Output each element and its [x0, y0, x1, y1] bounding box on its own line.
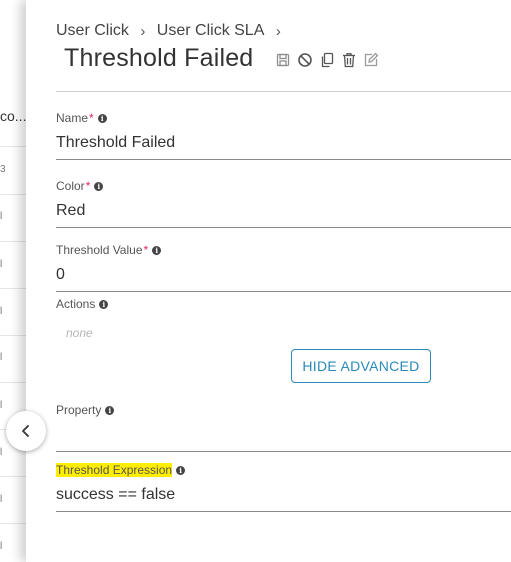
- breadcrumb: User Click › User Click SLA ›: [56, 22, 288, 40]
- background-list-item[interactable]: 3: [0, 164, 6, 175]
- property-value[interactable]: [56, 424, 511, 446]
- info-icon[interactable]: i: [99, 299, 109, 309]
- background-list-item[interactable]: l: [0, 541, 2, 552]
- background-list-item[interactable]: l: [0, 211, 2, 222]
- chevron-left-icon: [22, 425, 29, 437]
- actions-label: Actions: [56, 297, 96, 311]
- disable-icon[interactable]: [296, 51, 314, 69]
- threshold-value-field[interactable]: Threshold Value * i 0: [56, 242, 511, 292]
- background-list-item[interactable]: l: [0, 494, 2, 505]
- required-marker: *: [85, 179, 91, 193]
- actions-field: Actions i none: [56, 296, 511, 340]
- color-field[interactable]: Color * i Red: [56, 178, 511, 228]
- info-icon[interactable]: i: [105, 405, 115, 415]
- color-underline: [56, 227, 511, 228]
- edit-icon[interactable]: [362, 51, 380, 69]
- info-icon[interactable]: i: [152, 245, 162, 255]
- breadcrumb-item-user-click[interactable]: User Click: [56, 22, 129, 39]
- required-marker: *: [143, 243, 149, 257]
- name-value[interactable]: Threshold Failed: [56, 132, 511, 154]
- collapse-drawer-button[interactable]: [6, 411, 46, 451]
- color-field-label-row: Color * i: [56, 178, 511, 194]
- copy-icon[interactable]: [318, 51, 336, 69]
- title-toolbar: [274, 51, 380, 69]
- hide-advanced-button[interactable]: HIDE ADVANCED: [291, 349, 431, 383]
- property-underline: [56, 451, 511, 452]
- color-label: Color: [56, 179, 85, 193]
- threshold-value-underline: [56, 291, 511, 292]
- background-list-item[interactable]: l: [0, 306, 2, 317]
- name-field[interactable]: Name * i Threshold Failed: [56, 110, 511, 160]
- property-label: Property: [56, 403, 102, 417]
- threshold-expression-label: Threshold Expression: [56, 463, 173, 477]
- header-divider: [56, 91, 511, 92]
- background-list-item[interactable]: l: [0, 259, 2, 270]
- info-icon[interactable]: i: [94, 181, 104, 191]
- save-icon[interactable]: [274, 51, 292, 69]
- info-icon[interactable]: i: [176, 465, 186, 475]
- threshold-value-label: Threshold Value: [56, 243, 143, 257]
- name-underline: [56, 159, 511, 160]
- name-field-label-row: Name * i: [56, 110, 511, 126]
- actions-label-row: Actions i: [56, 296, 511, 312]
- required-marker: *: [89, 111, 94, 125]
- threshold-expression-field[interactable]: Threshold Expression i success == false: [56, 462, 511, 512]
- delete-icon[interactable]: [340, 51, 358, 69]
- threshold-value-value[interactable]: 0: [56, 264, 511, 286]
- info-icon[interactable]: i: [97, 113, 107, 123]
- threshold-expression-underline: [56, 511, 511, 512]
- color-value[interactable]: Red: [56, 200, 511, 222]
- background-list-header: co...: [0, 108, 26, 124]
- threshold-value-label-row: Threshold Value * i: [56, 242, 511, 258]
- property-field[interactable]: Property i: [56, 402, 511, 452]
- detail-drawer: User Click › User Click SLA › Threshold …: [26, 0, 511, 562]
- background-list-item[interactable]: l: [0, 400, 2, 411]
- threshold-expression-value[interactable]: success == false: [56, 484, 511, 506]
- property-label-row: Property i: [56, 402, 511, 418]
- background-list-item[interactable]: l: [0, 447, 2, 458]
- name-label: Name: [56, 111, 89, 125]
- threshold-expression-label-row: Threshold Expression i: [56, 462, 511, 478]
- breadcrumb-separator: ›: [275, 22, 281, 40]
- breadcrumb-item-user-click-sla[interactable]: User Click SLA: [157, 22, 265, 39]
- actions-empty-text: none: [66, 326, 93, 340]
- background-list-item[interactable]: l: [0, 352, 2, 363]
- page-title: Threshold Failed: [64, 44, 254, 72]
- breadcrumb-separator: ›: [140, 22, 146, 40]
